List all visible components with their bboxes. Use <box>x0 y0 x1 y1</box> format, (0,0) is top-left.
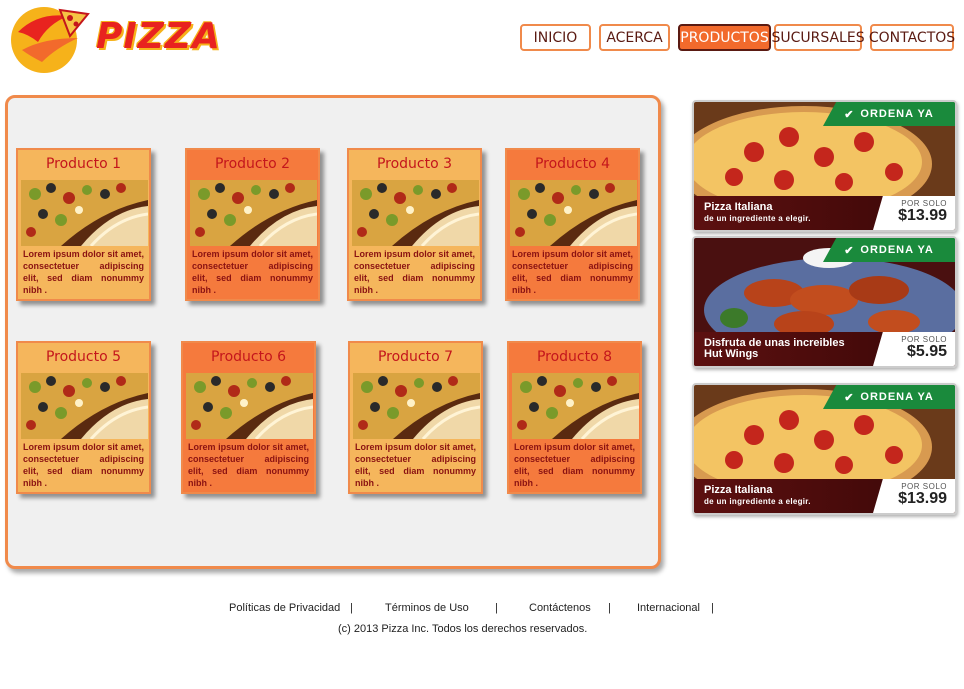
footer-separator: | <box>608 602 611 614</box>
product-image <box>190 180 317 246</box>
footer-link-privacidad[interactable]: Políticas de Privacidad <box>229 602 340 614</box>
product-image <box>352 180 479 246</box>
product-card[interactable]: Producto 8 Lorem ipsum dolor sit amet, c… <box>507 341 642 494</box>
product-description: Lorem ipsum dolor sit amet, consectetuer… <box>514 442 635 488</box>
promo-price-box: POR SOLO $13.99 <box>873 479 955 513</box>
promo-sub: de un ingrediente a elegir. <box>704 497 811 506</box>
product-description: Lorem ipsum dolor sit amet, consectetuer… <box>192 249 313 295</box>
product-description: Lorem ipsum dolor sit amet, consectetuer… <box>512 249 633 295</box>
check-icon: ✔ <box>844 244 855 257</box>
footer-separator: | <box>495 602 498 614</box>
product-card[interactable]: Producto 1 Lorem ipsum dolor sit amet, c… <box>16 148 151 301</box>
order-label: ORDENA YA <box>860 391 934 403</box>
product-title: Producto 6 <box>210 349 287 365</box>
promo-description: Pizza Italiana de un ingrediente a elegi… <box>704 202 811 224</box>
pizza-logo-icon <box>11 7 90 73</box>
check-icon: ✔ <box>844 391 855 404</box>
product-card[interactable]: Producto 7 Lorem ipsum dolor sit amet, c… <box>348 341 483 494</box>
product-image <box>21 373 148 439</box>
promo-price: $5.95 <box>906 343 947 360</box>
product-card[interactable]: Producto 4 Lorem ipsum dolor sit amet, c… <box>505 148 640 301</box>
promo-price: $13.99 <box>898 207 947 224</box>
promo-sub: de un ingrediente a elegir. <box>704 214 811 223</box>
product-description: Lorem ipsum dolor sit amet, consectetuer… <box>188 442 309 488</box>
product-image <box>512 373 639 439</box>
product-title: Producto 1 <box>45 156 122 172</box>
promo-name: Pizza Italiana <box>704 484 773 496</box>
promo-price: $13.99 <box>898 490 947 507</box>
product-image <box>21 180 148 246</box>
product-description: Lorem ipsum dolor sit amet, consectetuer… <box>355 442 476 488</box>
footer-separator: | <box>711 602 714 614</box>
product-card[interactable]: Producto 6 Lorem ipsum dolor sit amet, c… <box>181 341 316 494</box>
promo-bar: Pizza Italiana de un ingrediente a elegi… <box>694 196 955 230</box>
product-card[interactable]: Producto 2 Lorem ipsum dolor sit amet, c… <box>185 148 320 301</box>
order-now-button[interactable]: ✔ ORDENA YA <box>823 385 955 409</box>
promo-description: Pizza Italiana de un ingrediente a elegi… <box>704 485 811 507</box>
product-image <box>510 180 637 246</box>
order-label: ORDENA YA <box>860 108 934 120</box>
order-label: ORDENA YA <box>860 244 934 256</box>
product-image <box>186 373 313 439</box>
promo-price-box: POR SOLO $13.99 <box>873 196 955 230</box>
nav-acerca[interactable]: ACERCA <box>599 24 670 51</box>
promo-pizza-italiana[interactable]: ✔ ORDENA YA Pizza Italiana de un ingredi… <box>692 383 957 515</box>
pizza-logo[interactable]: PIZZA <box>8 2 223 74</box>
product-title: Producto 4 <box>534 156 611 172</box>
nav-contactos[interactable]: CONTACTOS <box>869 24 955 51</box>
promo-description: Disfruta de unas increibles Hut Wings <box>704 338 845 360</box>
product-card[interactable]: Producto 3 Lorem ipsum dolor sit amet, c… <box>347 148 482 301</box>
check-icon: ✔ <box>844 108 855 121</box>
nav-sucursales[interactable]: SUCURSALES <box>771 24 865 51</box>
product-description: Lorem ipsum dolor sit amet, consectetuer… <box>23 249 144 295</box>
product-title: Producto 3 <box>376 156 453 172</box>
promo-bar: Disfruta de unas increibles Hut Wings PO… <box>694 332 955 366</box>
footer-link-terminos[interactable]: Términos de Uso <box>385 602 469 614</box>
order-now-button[interactable]: ✔ ORDENA YA <box>823 102 955 126</box>
product-image <box>353 373 480 439</box>
footer-separator: | <box>350 602 353 614</box>
products-panel: Producto 1 Lorem ipsum dolor sit amet, c… <box>5 95 661 569</box>
promo-sub: Hut Wings <box>704 348 759 360</box>
promo-hut-wings[interactable]: ✔ ORDENA YA Disfruta de unas increibles … <box>692 236 957 368</box>
footer-link-contactenos[interactable]: Contáctenos <box>529 602 591 614</box>
product-card[interactable]: Producto 5 Lorem ipsum dolor sit amet, c… <box>16 341 151 494</box>
copyright-text: (c) 2013 Pizza Inc. Todos los derechos r… <box>338 623 588 635</box>
product-title: Producto 5 <box>45 349 122 365</box>
promo-price-box: POR SOLO $5.95 <box>873 332 955 366</box>
product-title: Producto 8 <box>536 349 613 365</box>
order-now-button[interactable]: ✔ ORDENA YA <box>823 238 955 262</box>
nav-inicio[interactable]: INICIO <box>520 24 591 51</box>
product-title: Producto 7 <box>377 349 454 365</box>
product-description: Lorem ipsum dolor sit amet, consectetuer… <box>354 249 475 295</box>
promo-pizza-italiana[interactable]: ✔ ORDENA YA Pizza Italiana de un ingredi… <box>692 100 957 232</box>
logo-wordmark: PIZZA <box>96 16 221 57</box>
nav-productos[interactable]: PRODUCTOS <box>678 24 771 51</box>
footer-link-internacional[interactable]: Internacional <box>637 602 700 614</box>
promo-bar: Pizza Italiana de un ingrediente a elegi… <box>694 479 955 513</box>
product-title: Producto 2 <box>214 156 291 172</box>
promo-name: Pizza Italiana <box>704 201 773 213</box>
product-description: Lorem ipsum dolor sit amet, consectetuer… <box>23 442 144 488</box>
